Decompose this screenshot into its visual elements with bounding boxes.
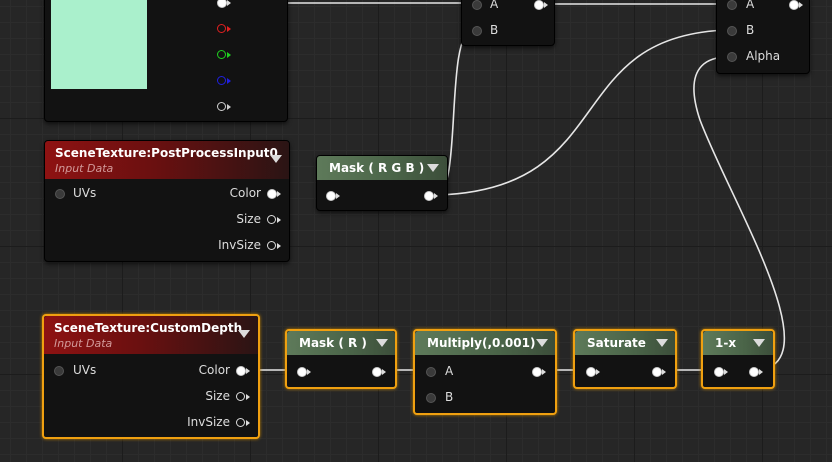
output-pin[interactable] (749, 367, 763, 377)
green-output-pin[interactable] (217, 50, 231, 60)
collapse-arrow-icon[interactable] (427, 164, 439, 172)
input-b-pin[interactable] (727, 26, 737, 36)
alpha-output-pin[interactable] (217, 102, 231, 112)
invsize-output-pin[interactable] (267, 241, 281, 251)
node-title: 1-x (715, 336, 737, 350)
invsize-output-pin[interactable] (236, 418, 250, 428)
saturate-node[interactable]: Saturate (573, 329, 677, 389)
pin-b-label: B (746, 23, 755, 37)
input-pin[interactable] (714, 367, 728, 377)
size-output-pin[interactable] (236, 392, 250, 402)
input-a-pin[interactable] (426, 367, 436, 377)
uvs-input-pin[interactable] (54, 366, 64, 376)
collapse-arrow-icon[interactable] (238, 330, 250, 338)
input-a-pin[interactable] (472, 0, 482, 10)
lerp-node-right[interactable]: A B Alpha (716, 0, 810, 74)
node-title: SceneTexture:PostProcessInput0 (55, 146, 278, 160)
mask-r-node[interactable]: Mask ( R ) (285, 329, 397, 389)
collapse-arrow-icon[interactable] (753, 339, 765, 347)
wire-oneminus-to-alpha (693, 56, 786, 371)
collapse-arrow-icon[interactable] (656, 339, 668, 347)
node-subtitle: Input Data (54, 337, 113, 350)
node-subtitle: Input Data (55, 162, 114, 175)
output-pin[interactable] (789, 0, 803, 10)
uvs-input-pin[interactable] (55, 189, 65, 199)
node-header[interactable]: Saturate (575, 331, 675, 355)
red-output-pin[interactable] (217, 24, 231, 34)
pin-a-label: A (490, 0, 499, 11)
texture-preview-node[interactable] (44, 0, 288, 122)
color-output-pin[interactable] (267, 189, 281, 199)
node-title: SceneTexture:CustomDepth (54, 321, 243, 335)
output-pin[interactable] (652, 367, 666, 377)
node-header[interactable]: 1-x (703, 331, 773, 355)
pin-alpha-label: Alpha (746, 49, 781, 63)
node-header[interactable]: Mask ( R G B ) (317, 156, 447, 180)
pin-b-label: B (490, 23, 499, 37)
size-label: Size (205, 389, 230, 403)
node-header[interactable]: Mask ( R ) (287, 331, 395, 355)
invsize-label: InvSize (218, 238, 261, 252)
pin-a-label: A (746, 0, 755, 11)
input-b-pin[interactable] (426, 393, 436, 403)
output-pin[interactable] (532, 367, 546, 377)
one-minus-node[interactable]: 1-x (701, 329, 775, 389)
color-output-pin[interactable] (236, 366, 250, 376)
scene-texture-customdepth-node[interactable]: SceneTexture:CustomDepth Input Data UVs … (42, 314, 260, 439)
collapse-arrow-icon[interactable] (376, 339, 388, 347)
node-title: Mask ( R G B ) (329, 161, 425, 175)
lerp-node-top[interactable]: A B (461, 0, 555, 46)
size-label: Size (236, 212, 261, 226)
pin-b-label: B (445, 390, 454, 404)
input-pin[interactable] (586, 367, 600, 377)
scene-texture-postprocess-node[interactable]: SceneTexture:PostProcessInput0 Input Dat… (44, 140, 290, 262)
color-preview-swatch (51, 0, 147, 89)
uvs-label: UVs (73, 363, 97, 377)
input-a-pin[interactable] (727, 0, 737, 10)
color-label: Color (198, 363, 230, 377)
output-pin[interactable] (372, 367, 386, 377)
color-label: Color (229, 186, 261, 200)
multiply-node[interactable]: Multiply(,0.001) A B (413, 329, 557, 415)
wire-mask-rgb-to-lerp-right-b (436, 29, 729, 196)
input-alpha-pin[interactable] (727, 52, 737, 62)
node-title: Multiply(,0.001) (427, 336, 536, 350)
mask-rgb-node[interactable]: Mask ( R G B ) (316, 155, 448, 211)
blue-output-pin[interactable] (217, 76, 231, 86)
invsize-label: InvSize (187, 415, 230, 429)
pin-a-label: A (445, 364, 454, 378)
node-header[interactable]: Multiply(,0.001) (415, 331, 555, 355)
uvs-label: UVs (73, 186, 97, 200)
collapse-arrow-icon[interactable] (270, 155, 282, 163)
node-header[interactable]: SceneTexture:PostProcessInput0 Input Dat… (45, 141, 289, 179)
output-pin[interactable] (424, 191, 438, 201)
node-title: Saturate (587, 336, 646, 350)
node-header[interactable]: SceneTexture:CustomDepth Input Data (44, 316, 258, 354)
input-pin[interactable] (297, 367, 311, 377)
input-b-pin[interactable] (472, 26, 482, 36)
output-pin[interactable] (534, 0, 548, 10)
rgba-output-pin[interactable] (217, 0, 231, 8)
collapse-arrow-icon[interactable] (536, 339, 548, 347)
node-title: Mask ( R ) (299, 336, 367, 350)
input-pin[interactable] (326, 191, 340, 201)
size-output-pin[interactable] (267, 215, 281, 225)
